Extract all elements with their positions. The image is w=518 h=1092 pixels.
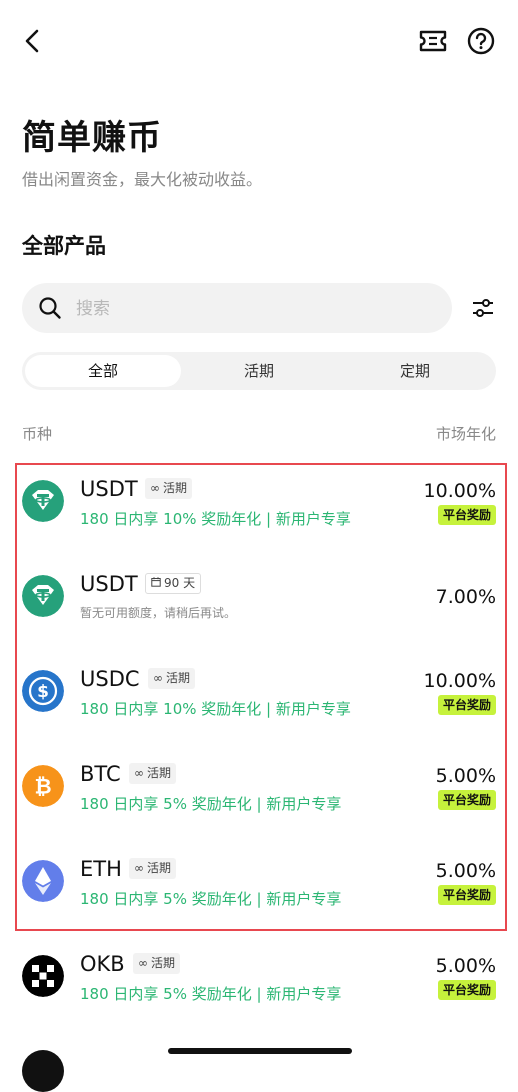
usdt-icon — [22, 480, 64, 522]
product-row-usdt-90d[interactable]: USDT 90 天 暂无可用额度，请稍后再试。 7.00% — [0, 560, 518, 655]
ticket-icon — [419, 30, 447, 52]
platform-reward-badge: 平台奖励 — [437, 695, 496, 715]
usdc-icon: $ — [22, 670, 64, 712]
coin-name: USDC — [80, 667, 140, 691]
chevron-left-icon — [25, 29, 39, 53]
promo-text: 暂无可用额度，请稍后再试。 — [80, 606, 237, 620]
svg-text:₿: ₿ — [34, 775, 51, 799]
page-title: 简单赚币 — [22, 118, 162, 158]
filter-button[interactable] — [470, 295, 496, 321]
coin-name: ETH — [80, 857, 122, 881]
apr-value: 10.00% — [423, 670, 496, 692]
term-tag: ∞ 活期 — [145, 478, 193, 499]
sliders-icon — [473, 299, 493, 317]
usdt-icon — [22, 575, 64, 617]
column-header-coin: 币种 — [22, 425, 53, 443]
search-input[interactable] — [74, 293, 438, 325]
calendar-icon — [151, 574, 161, 593]
term-tag: ∞ 活期 — [129, 858, 177, 879]
coin-name: BTC — [80, 762, 121, 786]
tab-all[interactable]: 全部 — [25, 355, 181, 387]
term-tag: ∞ 活期 — [148, 668, 196, 689]
tab-fixed[interactable]: 定期 — [337, 355, 493, 387]
coin-name: USDT — [80, 477, 138, 501]
promo-text: 180 日内享 5% 奖励年化 | 新用户专享 — [80, 890, 342, 908]
term-tag: ∞ 活期 — [129, 763, 177, 784]
section-title: 全部产品 — [22, 234, 106, 258]
promo-text: 180 日内享 10% 奖励年化 | 新用户专享 — [80, 510, 351, 528]
product-row-usdt-flexible[interactable]: USDT ∞ 活期 180 日内享 10% 奖励年化 | 新用户专享 10.00%… — [0, 465, 518, 560]
apr-value: 5.00% — [435, 955, 496, 977]
help-button[interactable] — [466, 26, 496, 56]
search-box[interactable] — [22, 283, 452, 333]
infinity-icon: ∞ — [134, 861, 144, 875]
top-bar — [0, 0, 518, 80]
platform-reward-badge: 平台奖励 — [437, 980, 496, 1000]
next-coin-icon — [22, 1050, 64, 1092]
btc-icon: ₿ — [22, 765, 64, 807]
apr-value: 5.00% — [435, 765, 496, 787]
coupon-button[interactable] — [418, 28, 448, 54]
term-tag: ∞ 活期 — [133, 953, 181, 974]
product-row-eth[interactable]: ETH ∞ 活期 180 日内享 5% 奖励年化 | 新用户专享 5.00% 平台… — [0, 845, 518, 940]
apr-value: 10.00% — [423, 480, 496, 502]
coin-name: OKB — [80, 952, 125, 976]
svg-text:$: $ — [37, 682, 49, 702]
promo-text: 180 日内享 5% 奖励年化 | 新用户专享 — [80, 795, 342, 813]
page-subtitle: 借出闲置资金，最大化被动收益。 — [22, 170, 263, 189]
product-row-btc[interactable]: ₿ BTC ∞ 活期 180 日内享 5% 奖励年化 | 新用户专享 5.00% … — [0, 750, 518, 845]
product-row-usdc[interactable]: $ USDC ∞ 活期 180 日内享 10% 奖励年化 | 新用户专享 10.0… — [0, 655, 518, 750]
home-indicator — [168, 1048, 352, 1054]
back-button[interactable] — [18, 26, 48, 56]
infinity-icon: ∞ — [153, 671, 163, 685]
platform-reward-badge: 平台奖励 — [437, 885, 496, 905]
platform-reward-badge: 平台奖励 — [437, 505, 496, 525]
okb-icon — [22, 955, 64, 997]
apr-value: 7.00% — [435, 586, 496, 608]
column-header-apr: 市场年化 — [435, 425, 496, 443]
infinity-icon: ∞ — [138, 956, 148, 970]
apr-value: 5.00% — [435, 860, 496, 882]
eth-icon — [22, 860, 64, 902]
tab-flexible[interactable]: 活期 — [181, 355, 337, 387]
coin-name: USDT — [80, 572, 138, 596]
product-row-okb[interactable]: OKB ∞ 活期 180 日内享 5% 奖励年化 | 新用户专享 5.00% 平台… — [0, 940, 518, 1035]
search-icon — [39, 297, 61, 319]
term-tag: 90 天 — [145, 573, 202, 594]
platform-reward-badge: 平台奖励 — [437, 790, 496, 810]
help-circle-icon — [467, 27, 495, 55]
product-type-tabs: 全部 活期 定期 — [22, 352, 496, 390]
infinity-icon: ∞ — [134, 766, 144, 780]
promo-text: 180 日内享 5% 奖励年化 | 新用户专享 — [80, 985, 342, 1003]
promo-text: 180 日内享 10% 奖励年化 | 新用户专享 — [80, 700, 351, 718]
infinity-icon: ∞ — [150, 481, 160, 495]
